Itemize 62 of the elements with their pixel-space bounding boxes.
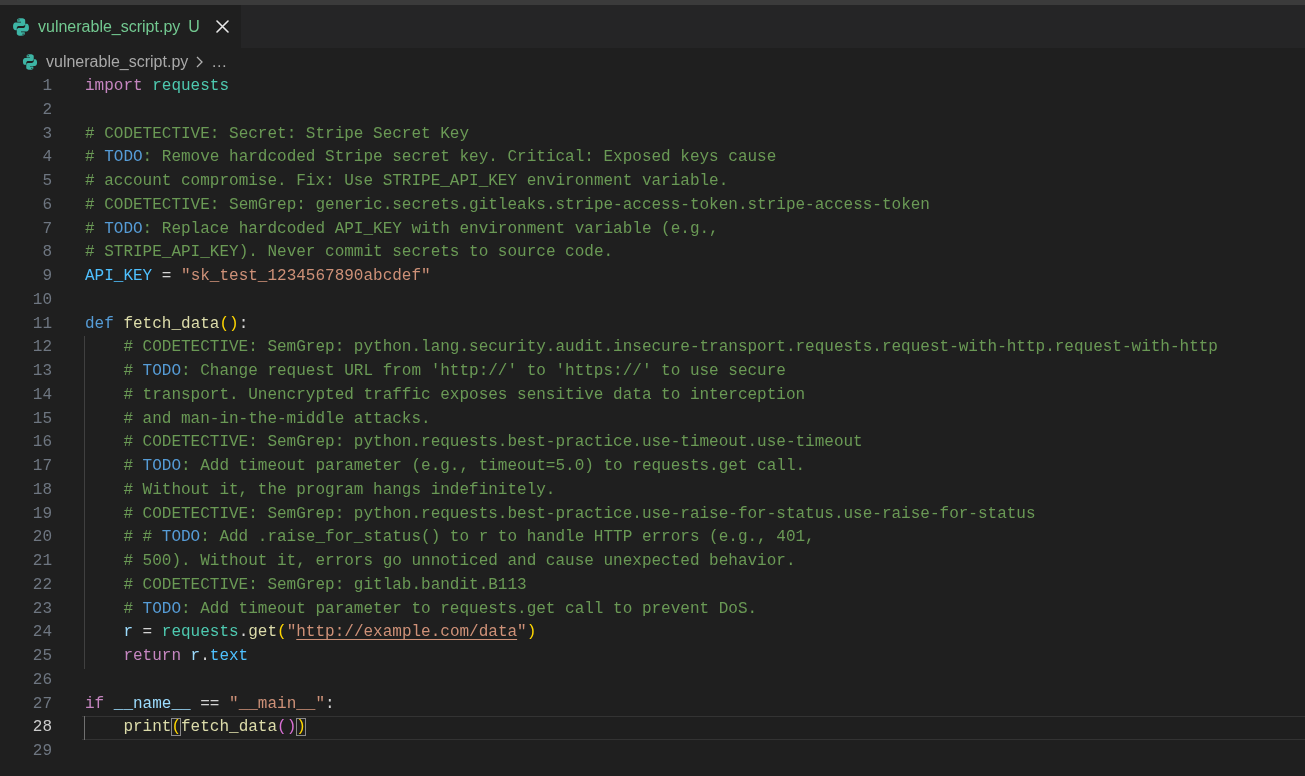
code-line: # CODETECTIVE: SemGrep: python.lang.security.audit.insecure-transport.requests.request-with-http.request-with-http xyxy=(123,337,1218,359)
line-number: 14 xyxy=(31,384,52,406)
code-line: # 500). Without it, errors go unnoticed and cause unexpected behavior. xyxy=(123,551,796,572)
line-number: 6 xyxy=(41,194,52,216)
line-number: 11 xyxy=(31,313,52,335)
editor-tab[interactable]: vulnerable_script.py U xyxy=(0,5,241,48)
close-icon xyxy=(215,20,229,33)
code-line: # TODO: Replace hardcoded API_KEY with environment variable (e.g., xyxy=(85,218,719,240)
line-number: 16 xyxy=(31,432,52,454)
line-number: 25 xyxy=(31,646,52,667)
line-number: 4 xyxy=(41,147,52,169)
code-line: # Without it, the program hangs indefinitely. xyxy=(123,479,556,501)
line-number: 29 xyxy=(31,741,52,762)
line-number: 18 xyxy=(31,479,52,501)
line-number: 24 xyxy=(31,622,52,644)
line-number: 21 xyxy=(31,551,52,572)
line-number: 20 xyxy=(31,527,52,549)
line-number: 22 xyxy=(31,574,52,596)
line-number: 28 xyxy=(31,717,52,739)
line-number: 12 xyxy=(31,337,52,359)
line-number: 5 xyxy=(41,171,52,192)
line-number: 10 xyxy=(31,289,52,311)
code-line: # STRIPE_API_KEY). Never commit secrets to source code. xyxy=(85,242,614,264)
code-line: # CODETECTIVE: SemGrep: generic.secrets.gitleaks.stripe-access-token.stripe-access-token xyxy=(85,194,930,216)
code-line: # transport. Unencrypted traffic exposes sensitive data to interception xyxy=(123,384,806,406)
code-line: print(fetch_data()) xyxy=(123,717,306,739)
code-line: # CODETECTIVE: SemGrep: python.requests.best-practice.use-timeout.use-timeout xyxy=(123,432,863,454)
line-number: 1 xyxy=(41,76,52,97)
line-number: 27 xyxy=(31,693,52,715)
chevron-right-icon xyxy=(196,55,204,68)
code-line: return r.text xyxy=(123,646,249,667)
file-type-icon xyxy=(22,53,38,70)
file-type-icon xyxy=(12,17,30,36)
git-status-letter: U xyxy=(188,16,200,37)
breadcrumb-item[interactable]: vulnerable_script.py xyxy=(46,49,189,74)
line-number: 26 xyxy=(31,669,52,691)
line-number: 7 xyxy=(41,218,52,240)
code-line: if __name__ == "__main__": xyxy=(85,693,335,715)
line-number: 9 xyxy=(41,266,52,287)
code-line: # # TODO: Add .raise_for_status() to r to handle HTTP errors (e.g., 401, xyxy=(123,527,815,549)
code-line: # TODO: Add timeout parameter (e.g., timeout=5.0) to requests.get call. xyxy=(123,456,806,477)
code-line: # and man-in-the-middle attacks. xyxy=(123,408,431,430)
code-line: # CODETECTIVE: Secret: Stripe Secret Key xyxy=(85,123,470,145)
code-line: # CODETECTIVE: SemGrep: python.requests.best-practice.use-raise-for-status.use-raise-for-status xyxy=(123,503,1036,525)
line-number: 19 xyxy=(31,503,52,525)
code-line: # TODO: Change request URL from 'http://' to 'https://' to use secure xyxy=(123,361,786,382)
code-line: # TODO: Remove hardcoded Stripe secret key. Critical: Exposed keys cause xyxy=(85,147,777,169)
code-line: import requests xyxy=(85,76,230,97)
line-number: 2 xyxy=(41,99,52,121)
line-number: 17 xyxy=(31,456,52,477)
breadcrumb-item[interactable]: … xyxy=(211,49,228,74)
line-number: 23 xyxy=(31,598,52,620)
line-number: 8 xyxy=(41,242,52,264)
code-line: # account compromise. Fix: Use STRIPE_API_KEY environment variable. xyxy=(85,171,729,192)
line-number: 13 xyxy=(31,361,52,382)
line-number: 15 xyxy=(31,408,52,430)
code-line: # CODETECTIVE: SemGrep: gitlab.bandit.B113 xyxy=(123,574,527,596)
code-line: # TODO: Add timeout parameter to requests.get call to prevent DoS. xyxy=(123,598,758,620)
code-line: r = requests.get("http://example.com/data") xyxy=(123,622,537,644)
code-line: API_KEY = "sk_test_1234567890abcdef" xyxy=(85,266,431,287)
code-line: def fetch_data(): xyxy=(85,313,249,335)
line-number: 3 xyxy=(41,123,52,145)
